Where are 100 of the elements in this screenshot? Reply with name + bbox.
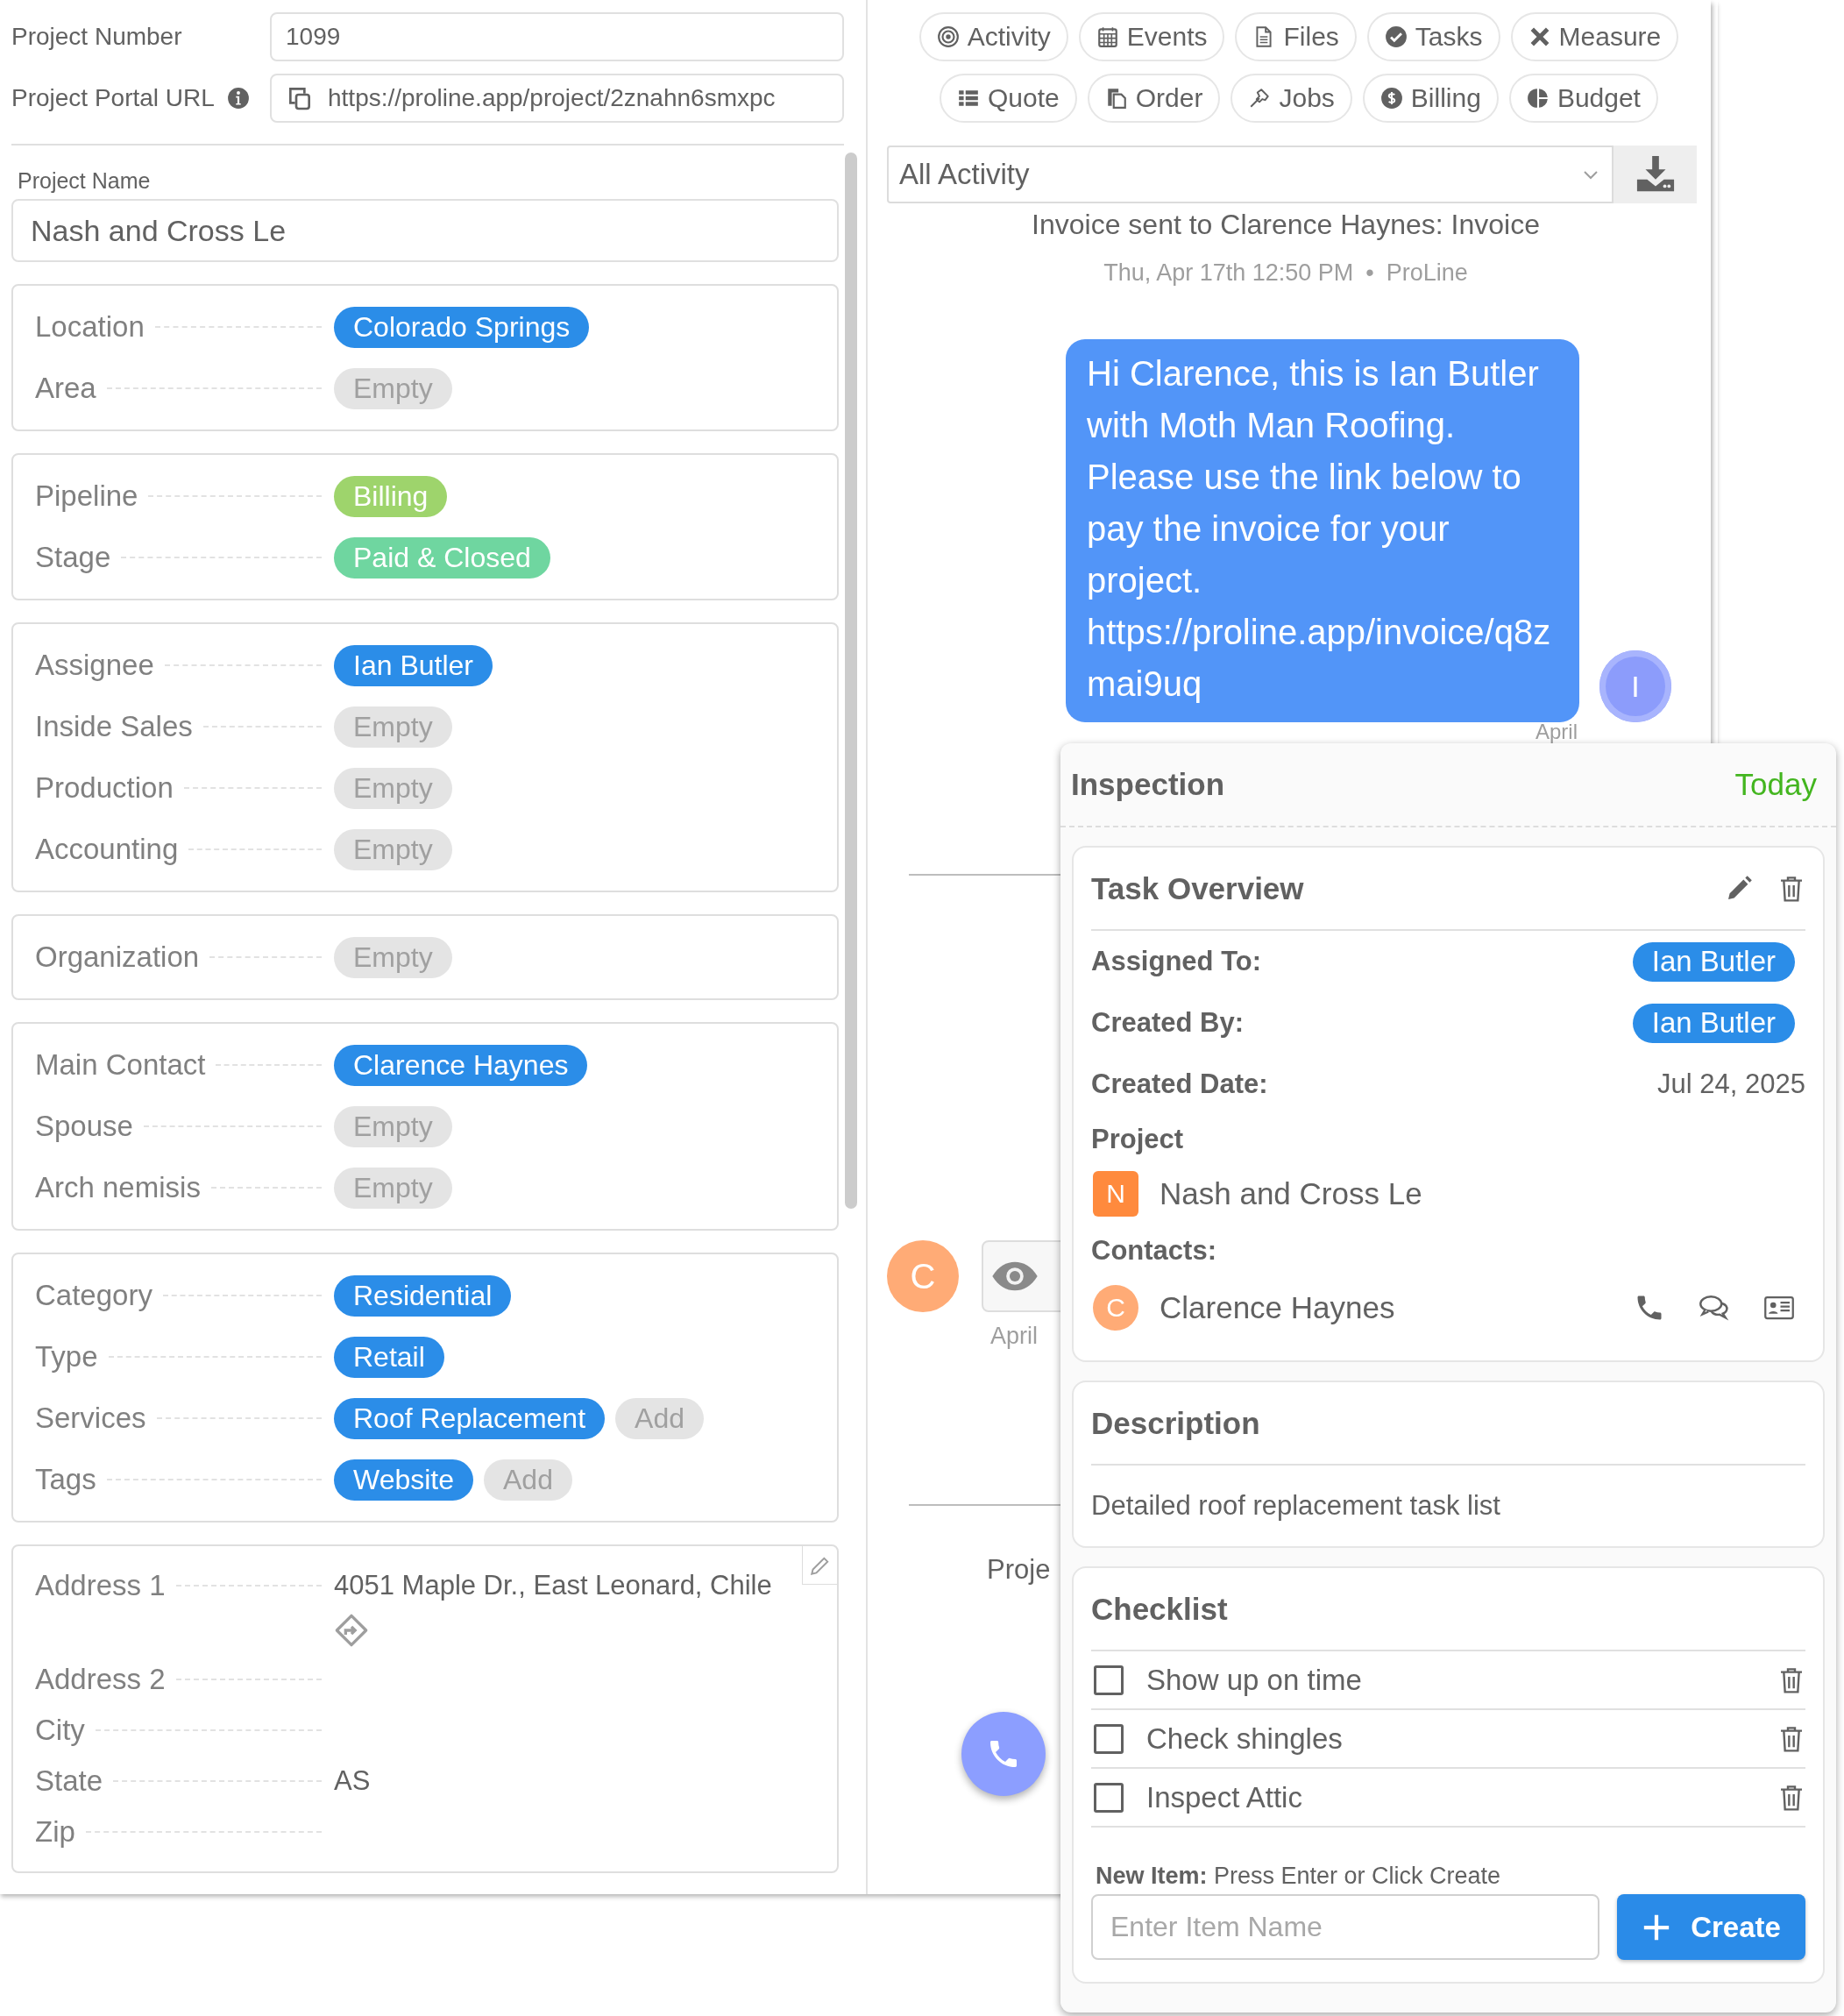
- directions-icon[interactable]: [334, 1613, 369, 1648]
- field-label: Arch nemisis: [35, 1171, 201, 1204]
- source-label: ProLine: [1386, 259, 1468, 287]
- message-date: April: [1535, 722, 1578, 742]
- due-label: Today: [1734, 767, 1817, 802]
- edit-button[interactable]: [802, 1546, 837, 1585]
- avatar: C: [887, 1240, 959, 1312]
- tag-chip[interactable]: Colorado Springs: [334, 306, 590, 348]
- empty-chip[interactable]: Empty: [334, 1167, 452, 1209]
- field-label: Stage: [35, 541, 111, 574]
- tag-chip[interactable]: Residential: [334, 1274, 512, 1317]
- message-bubble: Hi Clarence, this is Ian Butler with Moth Man Roofing. Please use the link below to pay the invoice for your project. https://proline.app/invoice/q8zmai9uq: [1066, 339, 1579, 722]
- creator-chip[interactable]: Ian Butler: [1632, 1003, 1795, 1043]
- tab[interactable]: Tasks: [1366, 12, 1500, 61]
- check-circle-icon: [1384, 25, 1408, 48]
- create-button[interactable]: Create: [1617, 1894, 1805, 1960]
- scrollbar[interactable]: [845, 153, 857, 1209]
- empty-chip[interactable]: Add: [615, 1397, 704, 1439]
- field-label: Main Contact: [35, 1048, 206, 1082]
- tag-chip[interactable]: Website: [334, 1459, 473, 1501]
- checklist-item: Check shingles: [1146, 1721, 1344, 1756]
- field-label: Project: [1091, 1123, 1185, 1155]
- empty-chip[interactable]: Empty: [334, 706, 452, 748]
- dollar-coin-icon: [1379, 87, 1403, 110]
- tab[interactable]: Jobs: [1231, 74, 1352, 123]
- field-label: Project Name: [18, 167, 152, 194]
- empty-chip[interactable]: Empty: [334, 936, 452, 978]
- project-name-field[interactable]: Nash and Cross Le: [11, 199, 839, 262]
- empty-chip[interactable]: Empty: [334, 767, 452, 809]
- empty-chip[interactable]: Empty: [334, 367, 452, 409]
- field-label: Assigned To:: [1091, 946, 1263, 977]
- empty-chip[interactable]: Add: [484, 1459, 572, 1501]
- tab[interactable]: Billing: [1362, 74, 1499, 123]
- section-title: Description: [1091, 1405, 1260, 1441]
- portal-url-field[interactable]: https://proline.app/project/2znahn6smxpc: [270, 74, 844, 123]
- field-label: Area: [35, 372, 96, 405]
- field-value: 4051 Maple Dr., East Leonard, Chile: [334, 1569, 772, 1602]
- field-value: Jul 24, 2025: [1657, 1068, 1805, 1100]
- field-label: Contacts:: [1091, 1235, 1217, 1267]
- avatar: I: [1599, 650, 1671, 722]
- field-label: Services: [35, 1402, 146, 1435]
- download-button[interactable]: [1614, 146, 1697, 203]
- field-label: Address 2: [35, 1663, 166, 1696]
- field-label: Production: [35, 771, 174, 805]
- tab[interactable]: Budget: [1508, 74, 1658, 123]
- field-label: City: [35, 1714, 85, 1747]
- field-label: Pipeline: [35, 479, 138, 513]
- field-label: Organization: [35, 941, 200, 974]
- description-text: Detailed roof replacement task list: [1091, 1489, 1501, 1523]
- tab[interactable]: Measure: [1510, 12, 1679, 61]
- tab[interactable]: Order: [1087, 74, 1221, 123]
- field-label: Address 1: [35, 1569, 166, 1602]
- field-label: Project Number: [11, 23, 183, 51]
- contact-avatar: C: [1093, 1285, 1138, 1331]
- tag-chip[interactable]: Paid & Closed: [334, 536, 550, 579]
- empty-chip[interactable]: Empty: [334, 1105, 452, 1147]
- message-date: April: [990, 1323, 1039, 1349]
- contact-name[interactable]: Clarence Haynes: [1160, 1290, 1634, 1325]
- field-label: Spouse: [35, 1110, 133, 1143]
- project-link[interactable]: Nash and Cross Le: [1160, 1176, 1805, 1211]
- activity-title: Invoice sent to Clarence Haynes: Invoice: [1031, 208, 1541, 242]
- checklist-item: Show up on time: [1146, 1663, 1363, 1697]
- field-label: Tags: [35, 1463, 96, 1496]
- field-label: Project Portal URL: [11, 84, 215, 112]
- new-item-hint: New Item: Press Enter or Click Create: [1096, 1862, 1502, 1891]
- field-label: Inside Sales: [35, 710, 193, 743]
- pie-chart-icon: [1526, 87, 1550, 110]
- section-title: Task Overview: [1091, 870, 1304, 906]
- field-label: Assignee: [35, 649, 154, 682]
- section-title: Checklist: [1091, 1591, 1228, 1627]
- tag-chip[interactable]: Ian Butler: [334, 644, 493, 686]
- item-name-field[interactable]: Enter Item Name: [1091, 1894, 1599, 1960]
- tag-chip[interactable]: Roof Replacement: [334, 1397, 606, 1439]
- checkbox[interactable]: [1094, 1723, 1124, 1754]
- tag-chip[interactable]: Retail: [334, 1336, 444, 1378]
- tab[interactable]: Files: [1235, 12, 1357, 61]
- activity-filter-dropdown[interactable]: All Activity: [887, 146, 1614, 203]
- tab[interactable]: Events: [1078, 12, 1225, 61]
- project-avatar: N: [1093, 1171, 1138, 1217]
- checkbox[interactable]: [1094, 1665, 1124, 1695]
- project-number-field[interactable]: 1099: [270, 12, 844, 61]
- task-title: Inspection: [1071, 767, 1225, 802]
- field-label: Created By:: [1091, 1007, 1245, 1039]
- tab[interactable]: Quote: [940, 74, 1077, 123]
- activity-text: Proje: [987, 1553, 1051, 1587]
- tag-chip[interactable]: Clarence Haynes: [334, 1044, 588, 1086]
- checkbox[interactable]: [1094, 1782, 1124, 1813]
- separator-dot: •: [1365, 259, 1374, 287]
- calendar-icon: [1096, 25, 1119, 48]
- empty-chip[interactable]: Empty: [334, 828, 452, 870]
- field-label: State: [35, 1764, 103, 1798]
- tag-chip[interactable]: Billing: [334, 475, 448, 517]
- field-label: Type: [35, 1340, 98, 1374]
- field-label: Category: [35, 1279, 152, 1312]
- tab[interactable]: Activity: [918, 12, 1068, 61]
- field-value: AS: [334, 1764, 371, 1798]
- info-icon[interactable]: [226, 87, 250, 110]
- field-label: Location: [35, 310, 145, 344]
- field-label: Zip: [35, 1815, 75, 1849]
- assignee-chip[interactable]: Ian Butler: [1632, 941, 1795, 982]
